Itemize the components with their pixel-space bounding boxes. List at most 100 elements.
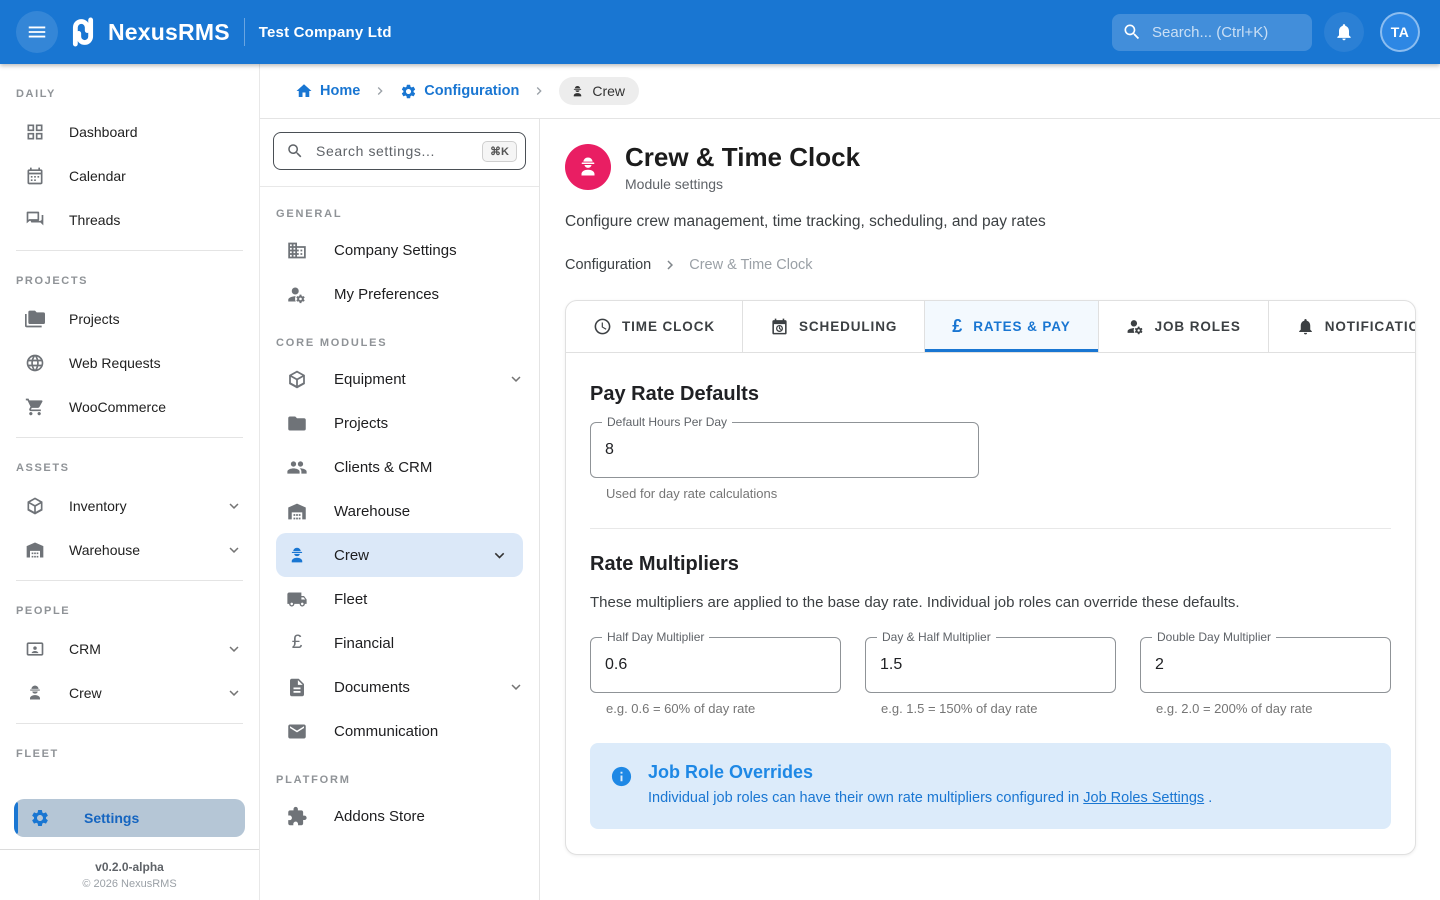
settings-sidebar: ⌘K GENERAL Company Settings My Preferenc…	[260, 119, 540, 900]
settings-item-projects[interactable]: Projects	[260, 401, 539, 445]
crew-icon	[286, 545, 308, 566]
settings-item-warehouse[interactable]: Warehouse	[260, 489, 539, 533]
crew-icon	[575, 154, 601, 180]
infobox-title: Job Role Overrides	[648, 762, 1212, 783]
tab-job-roles[interactable]: JOB ROLES	[1099, 301, 1269, 352]
global-search[interactable]	[1112, 14, 1312, 51]
sidebar-item-crm[interactable]: CRM	[0, 627, 259, 671]
settings-item-my-preferences[interactable]: My Preferences	[260, 272, 539, 316]
divider	[0, 849, 259, 850]
info-icon	[610, 765, 633, 788]
search-icon	[1122, 22, 1142, 42]
topbar-divider	[244, 18, 245, 46]
sidebar-item-inventory[interactable]: Inventory	[0, 484, 259, 528]
module-breadcrumb-current: Crew & Time Clock	[689, 257, 812, 273]
settings-item-crew[interactable]: Crew	[276, 533, 523, 577]
pound-icon: £	[286, 632, 308, 654]
divider	[16, 437, 243, 438]
gear-icon	[400, 83, 417, 100]
building-icon	[286, 240, 308, 261]
job-role-overrides-infobox: Job Role Overrides Individual job roles …	[590, 743, 1391, 829]
breadcrumb-home[interactable]: Home	[295, 82, 360, 100]
module-breadcrumb-configuration[interactable]: Configuration	[565, 257, 651, 273]
tab-time-clock[interactable]: TIME CLOCK	[566, 301, 743, 352]
bell-icon	[1296, 317, 1315, 336]
chevron-down-icon	[507, 370, 525, 388]
chevron-down-icon	[507, 678, 525, 696]
day-and-half-field: Day & Half Multiplier	[865, 637, 1116, 693]
settings-search-input[interactable]	[314, 142, 472, 160]
chevron-right-icon	[372, 83, 388, 99]
half-day-input[interactable]	[591, 638, 840, 692]
global-search-input[interactable]	[1150, 23, 1302, 42]
sidebar-item-projects[interactable]: Projects	[0, 297, 259, 341]
module-description: Configure crew management, time tracking…	[565, 213, 1416, 231]
breadcrumb-crew-chip[interactable]: Crew	[559, 77, 639, 105]
settings-item-clients-crm[interactable]: Clients & CRM	[260, 445, 539, 489]
sidebar-item-dashboard[interactable]: Dashboard	[0, 110, 259, 154]
rate-multipliers-description: These multipliers are applied to the bas…	[590, 594, 1391, 611]
tab-rates-and-pay[interactable]: £ RATES & PAY	[925, 301, 1098, 352]
sidebar-item-settings[interactable]: Settings	[14, 799, 245, 837]
crew-icon	[25, 683, 45, 703]
job-roles-settings-link[interactable]: Job Roles Settings	[1083, 790, 1204, 806]
bell-icon	[1334, 22, 1354, 42]
person-gear-icon	[1126, 317, 1145, 336]
chevron-down-icon	[225, 684, 243, 702]
forum-icon	[25, 210, 45, 230]
divider	[590, 528, 1391, 529]
sidebar-item-crew[interactable]: Crew	[0, 671, 259, 715]
tab-bar: TIME CLOCK SCHEDULING £ RATES & PAY	[566, 301, 1415, 353]
default-hours-input[interactable]	[591, 423, 978, 477]
settings-item-documents[interactable]: Documents	[260, 665, 539, 709]
double-day-field: Double Day Multiplier	[1140, 637, 1391, 693]
pay-rate-defaults-heading: Pay Rate Defaults	[590, 383, 1391, 406]
settings-item-communication[interactable]: Communication	[260, 709, 539, 753]
main-sidebar: DAILY Dashboard Calendar Threads PROJECT…	[0, 64, 260, 900]
cart-icon	[25, 397, 45, 417]
settings-card: TIME CLOCK SCHEDULING £ RATES & PAY	[565, 300, 1416, 855]
pound-icon: £	[952, 316, 963, 337]
divider	[260, 186, 539, 187]
tab-notifications[interactable]: NOTIFICATIONS	[1269, 301, 1416, 352]
sidebar-item-calendar[interactable]: Calendar	[0, 154, 259, 198]
settings-item-addons-store[interactable]: Addons Store	[260, 794, 539, 838]
mail-icon	[286, 721, 308, 742]
sidebar-item-threads[interactable]: Threads	[0, 198, 259, 242]
chevron-down-icon	[225, 541, 243, 559]
settings-item-financial[interactable]: £ Financial	[260, 621, 539, 665]
tab-scheduling[interactable]: SCHEDULING	[743, 301, 925, 352]
cube-icon	[286, 369, 308, 390]
menu-button[interactable]	[16, 11, 58, 53]
day-and-half-multiplier: Day & Half Multiplier e.g. 1.5 = 150% of…	[865, 621, 1116, 716]
crew-icon	[570, 84, 585, 99]
nav-section-people: PEOPLE	[16, 605, 243, 617]
sidebar-item-woocommerce[interactable]: WooCommerce	[0, 385, 259, 429]
half-day-field: Half Day Multiplier	[590, 637, 841, 693]
breadcrumb-configuration[interactable]: Configuration	[400, 83, 519, 100]
nav-section-assets: ASSETS	[16, 462, 243, 474]
sidebar-item-warehouse[interactable]: Warehouse	[0, 528, 259, 572]
avatar[interactable]: TA	[1380, 12, 1420, 52]
main-content: Crew & Time Clock Module settings Config…	[540, 119, 1440, 900]
sidebar-item-web-requests[interactable]: Web Requests	[0, 341, 259, 385]
notifications-button[interactable]	[1324, 12, 1364, 52]
settings-item-equipment[interactable]: Equipment	[260, 357, 539, 401]
half-day-multiplier: Half Day Multiplier e.g. 0.6 = 60% of da…	[590, 621, 841, 716]
double-day-input[interactable]	[1141, 638, 1390, 692]
day-and-half-input[interactable]	[866, 638, 1115, 692]
gear-icon	[30, 808, 50, 828]
default-hours-field: Default Hours Per Day	[590, 422, 979, 478]
chevron-down-icon	[490, 546, 509, 565]
chevron-down-icon	[225, 497, 243, 515]
page-subtitle: Module settings	[625, 176, 860, 192]
app-bar: NexusRMS Test Company Ltd TA	[0, 0, 1440, 64]
settings-item-fleet[interactable]: Fleet	[260, 577, 539, 621]
settings-search[interactable]: ⌘K	[273, 132, 526, 170]
nav-section-daily: DAILY	[16, 88, 243, 100]
shortcut-badge: ⌘K	[482, 141, 517, 162]
settings-item-company-settings[interactable]: Company Settings	[260, 228, 539, 272]
settings-section-core-modules: CORE MODULES	[276, 337, 523, 349]
calendar-icon	[25, 166, 45, 186]
double-day-multiplier: Double Day Multiplier e.g. 2.0 = 200% of…	[1140, 621, 1391, 716]
